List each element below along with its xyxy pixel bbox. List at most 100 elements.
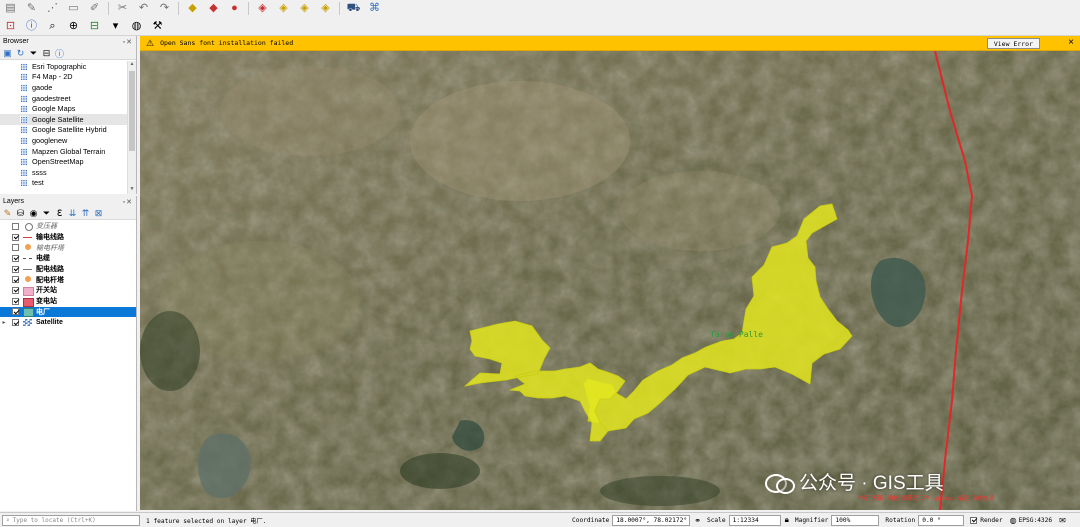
digitize-icon[interactable]: ✐ — [86, 1, 103, 16]
browser-item[interactable]: googlenew — [0, 135, 127, 146]
select-icon[interactable]: ▭ — [65, 1, 82, 16]
browser-item[interactable]: gaodestreet — [0, 93, 127, 104]
raster-layer-icon — [23, 319, 32, 327]
layer-row[interactable]: 配电线路 — [0, 264, 136, 275]
layer-visibility-checkbox[interactable] — [12, 319, 19, 327]
filter-expression-icon[interactable]: ℇ — [54, 208, 65, 219]
scrollbar-thumb[interactable] — [129, 71, 135, 151]
pin-icon[interactable]: ● — [226, 1, 243, 16]
layer-visibility-checkbox[interactable] — [12, 254, 19, 262]
expand-arrow-icon[interactable]: ▸ — [0, 319, 8, 326]
browser-item[interactable]: Mapzen Global Terrain — [0, 146, 127, 157]
layer-row[interactable]: 配电杆塔 — [0, 274, 136, 285]
layer-visibility-checkbox[interactable] — [12, 244, 19, 252]
layer-visibility-checkbox[interactable] — [12, 308, 19, 316]
remove-layer-icon[interactable]: ⊠ — [93, 208, 104, 219]
toggle-extent-icon[interactable]: ⚭ — [694, 516, 701, 525]
delete-icon[interactable]: ✂ — [114, 1, 131, 16]
zoom-out-icon[interactable]: ⊟ — [86, 19, 103, 34]
add-layer-icon[interactable]: ▣ — [2, 48, 13, 59]
rotation-field[interactable]: 0.0 ° — [918, 514, 965, 526]
layer-row[interactable]: 电缆 — [0, 253, 136, 264]
browser-scrollbar[interactable]: ▲ ▼ — [127, 61, 136, 194]
pencil-icon[interactable]: ✎ — [23, 1, 40, 16]
layer-visibility-checkbox[interactable] — [12, 222, 19, 230]
layer-row[interactable]: ▸ Satellite — [0, 317, 136, 328]
car-icon[interactable]: ⛟ — [345, 1, 362, 16]
layer-visibility-checkbox[interactable] — [12, 265, 19, 273]
layer-row[interactable]: 输电杆塔 — [0, 242, 136, 253]
browser-item-label: F4 Map - 2D — [32, 72, 73, 82]
info-icon[interactable]: ⓘ — [23, 19, 40, 34]
label6-icon[interactable]: ◈ — [317, 1, 334, 16]
label2-icon[interactable]: ◆ — [205, 1, 222, 16]
filter-icon[interactable]: ⏷ — [41, 208, 52, 219]
label3-icon[interactable]: ◈ — [254, 1, 271, 16]
layer-row[interactable]: 变压器 — [0, 221, 136, 232]
collapse-icon[interactable]: ⊟ — [41, 48, 52, 59]
crs-button[interactable]: EPSG:4326 — [1019, 517, 1053, 524]
refresh-icon[interactable]: ↻ — [15, 48, 26, 59]
layers-panel-title: Layers — [3, 198, 25, 205]
label4-icon[interactable]: ◈ — [275, 1, 292, 16]
locator-search-input[interactable]: ⌕ Type to locate (Ctrl+K) — [2, 514, 140, 526]
globe-icon[interactable]: ◍ — [128, 19, 145, 34]
browser-item[interactable]: test — [0, 178, 127, 189]
label-icon[interactable]: ◆ — [184, 1, 201, 16]
browser-item[interactable]: F4 Map - 2D — [0, 72, 127, 83]
messages-icon[interactable]: ✉ — [1059, 516, 1066, 525]
redo-icon[interactable]: ↷ — [156, 1, 173, 16]
browser-item-selected[interactable]: Google Satellite — [0, 113, 127, 125]
layer-visibility-checkbox[interactable] — [12, 297, 19, 305]
browser-item[interactable]: ssss — [0, 167, 127, 178]
collapse-all-icon[interactable]: ⇈ — [80, 208, 91, 219]
browser-item[interactable]: Google Satellite Hybrid — [0, 125, 127, 136]
magnifier-field[interactable]: 100% — [831, 514, 880, 526]
browser-item[interactable]: gaode — [0, 82, 127, 93]
layer-tree: 变压器 输电线路 输电杆塔 电缆 配电线路 配电杆塔 开关站 变电站 电厂 ▸ S… — [0, 221, 136, 511]
scroll-up-icon[interactable]: ▲ — [128, 61, 136, 69]
lock-icon[interactable]: 🔒︎ — [785, 515, 789, 525]
layer-row[interactable]: 输电线路 — [0, 232, 136, 243]
browser-item[interactable]: Google Maps — [0, 103, 127, 114]
crs-globe-icon[interactable]: ◍ — [1010, 516, 1017, 525]
scroll-down-icon[interactable]: ▼ — [128, 186, 136, 194]
tools-icon[interactable]: ⚒ — [149, 19, 166, 34]
panel-float-close-icon[interactable]: ▫✕ — [123, 198, 133, 206]
panel-float-close-icon[interactable]: ▫✕ — [123, 38, 133, 46]
filter-icon[interactable]: ⏷ — [28, 48, 39, 59]
layers-panel-header: Layers ▫✕ — [0, 196, 136, 207]
layer-row[interactable]: 开关站 — [0, 285, 136, 296]
layer-row-selected[interactable]: 电厂 — [0, 306, 136, 318]
zoom-icon[interactable]: ⊕ — [65, 19, 82, 34]
point-symbol-icon — [23, 222, 33, 231]
xyz-tile-icon — [20, 115, 27, 123]
undo-icon[interactable]: ↶ — [135, 1, 152, 16]
view-error-button[interactable]: View Error — [986, 38, 1040, 49]
visibility-icon[interactable]: ◉ — [28, 208, 39, 219]
browser-item[interactable]: OpenStreetMap — [0, 156, 127, 167]
map-canvas[interactable]: Taran Palle 公众号 · GIS工具 作者: 天阳 · 微信: 原来的… — [140, 51, 1080, 510]
close-icon[interactable]: × — [1068, 37, 1074, 48]
browser-item[interactable]: Esri Topographic — [0, 61, 127, 72]
status-message: 1 feature selected on layer 电厂. — [146, 517, 267, 525]
scale-field[interactable]: 1:12334 — [728, 514, 781, 526]
identify-icon[interactable]: ⊡ — [2, 19, 19, 34]
info-icon[interactable]: ⓘ — [54, 48, 65, 59]
magnifier-icon[interactable]: ⌕ — [44, 19, 61, 34]
layer-row[interactable]: 变电站 — [0, 296, 136, 307]
label5-icon[interactable]: ◈ — [296, 1, 313, 16]
expand-all-icon[interactable]: ⇊ — [67, 208, 78, 219]
layer-visibility-checkbox[interactable] — [12, 276, 19, 284]
vertex-icon[interactable]: ⋰ — [44, 1, 61, 16]
add-group-icon[interactable]: ⛁ — [15, 208, 26, 219]
rotation-label: Rotation — [885, 516, 916, 524]
coordinate-field[interactable]: 18.0007°, 78.02172° — [612, 514, 691, 526]
render-checkbox[interactable] — [970, 516, 978, 524]
new-layer-icon[interactable]: ▤ — [2, 1, 19, 16]
style-icon[interactable]: ✎ — [2, 208, 13, 219]
select-tool-icon[interactable]: ▾ — [107, 19, 124, 34]
layer-visibility-checkbox[interactable] — [12, 286, 19, 294]
python-icon[interactable]: ⌘ — [366, 1, 383, 16]
layer-visibility-checkbox[interactable] — [12, 233, 19, 241]
